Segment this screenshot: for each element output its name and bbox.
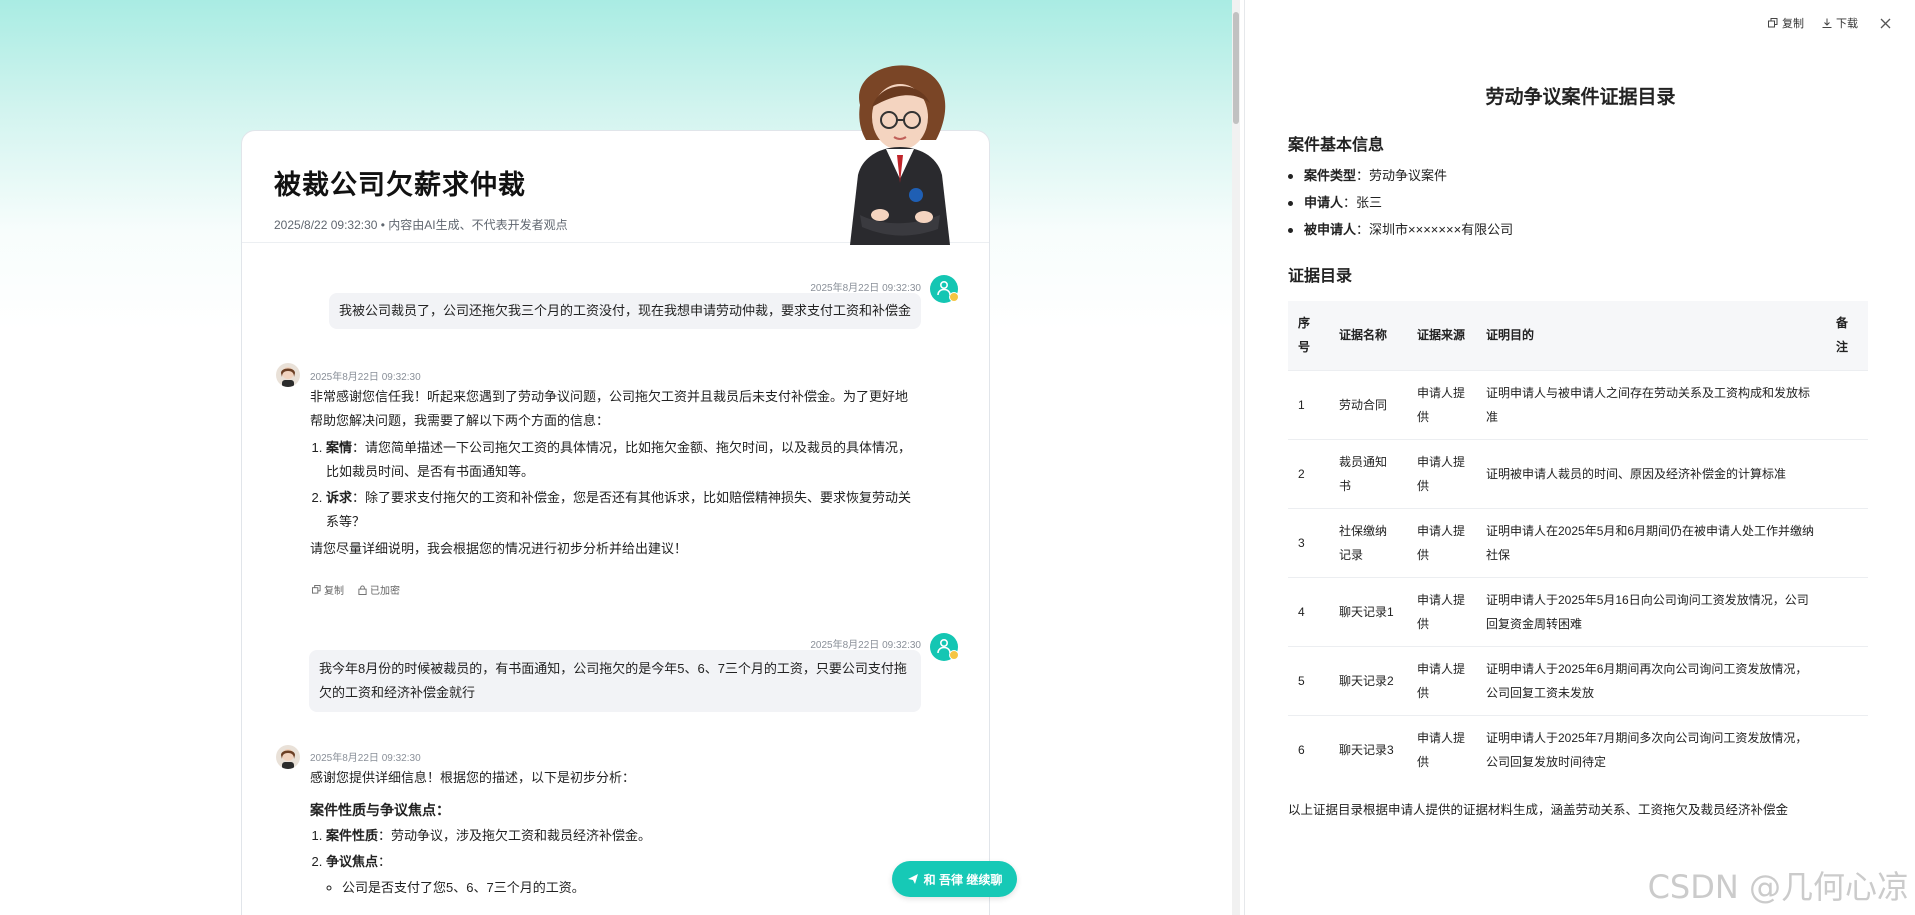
table-cell: 证明申请人在2025年5月和6月期间仍在被申请人处工作并缴纳社保 <box>1476 507 1826 577</box>
evidence-table: 序号 证据名称 证据来源 证明目的 备注 1 劳动合同 申请人提供 证明申请人与被申请… <box>1288 301 1868 784</box>
message-timestamp: 2025年8月22日 09:32:30 <box>310 753 421 764</box>
watermark: CSDN @几何心凉 <box>1647 868 1909 906</box>
document-footnote: 以上证据目录根据申请人提供的证据材料生成，涵盖劳动关系、工资拖欠及裁员经济补偿金 <box>1288 803 1789 817</box>
user-icon <box>937 638 951 654</box>
assistant-intro: 感谢您提供详细信息！根据您的描述，以下是初步分析： <box>310 770 636 785</box>
lawyer-avatar-illustration <box>820 45 970 245</box>
column-header: 备注 <box>1826 301 1868 370</box>
assistant-outro: 请您尽量详细说明，我会根据您的情况进行初步分析并给出建议！ <box>310 541 688 556</box>
sub-list-item: 公司是否支付了您5、6、7三个月的工资。 <box>342 876 920 900</box>
document-panel: 复制 下载 劳动争议案件证据目录 案件基本信息 案件类型：劳动争议案件 申请人：… <box>1244 0 1915 915</box>
table-cell: 4 <box>1288 576 1329 646</box>
copy-button[interactable]: 复制 <box>312 582 344 597</box>
assistant-avatar <box>276 363 300 387</box>
table-cell: 证明申请人于2025年7月期间多次向公司询问工资发放情况，公司回复发放时间待定 <box>1476 714 1826 784</box>
message-timestamp: 2025年8月22日 09:32:30 <box>810 283 921 294</box>
download-button[interactable]: 下载 <box>1822 15 1858 31</box>
chat-panel: 被裁公司欠薪求仲裁 2025/8/22 09:32:30 • 内容由AI生成、不… <box>0 0 1240 915</box>
close-icon <box>1880 18 1891 28</box>
table-cell: 申请人提供 <box>1407 645 1476 715</box>
user-avatar <box>930 633 959 661</box>
assistant-avatar <box>276 745 300 769</box>
table-header-row: 序号 证据名称 证据来源 证明目的 备注 <box>1288 301 1868 370</box>
table-cell: 申请人提供 <box>1407 438 1476 508</box>
table-cell: 申请人提供 <box>1407 714 1476 784</box>
table-cell: 证明申请人于2025年5月16日向公司询问工资发放情况，公司回复资金周转困难 <box>1476 576 1826 646</box>
list-item: 申请人：张三 <box>1288 193 1513 220</box>
table-cell <box>1826 369 1868 439</box>
table-cell: 5 <box>1288 645 1329 715</box>
case-info-list: 案件类型：劳动争议案件 申请人：张三 被申请人：深圳市×××××××有限公司 <box>1288 166 1513 247</box>
table-row: 1 劳动合同 申请人提供 证明申请人与被申请人之间存在劳动关系及工资构成和发放标准 <box>1288 369 1868 439</box>
copy-document-button[interactable]: 复制 <box>1768 15 1804 31</box>
table-cell: 证明被申请人裁员的时间、原因及经济补偿金的计算标准 <box>1476 438 1826 508</box>
table-row: 3 社保缴纳记录 申请人提供 证明申请人在2025年5月和6月期间仍在被申请人处工作并… <box>1288 507 1868 577</box>
table-cell: 劳动合同 <box>1329 369 1407 439</box>
table-cell: 申请人提供 <box>1407 369 1476 439</box>
table-cell: 证明申请人与被申请人之间存在劳动关系及工资构成和发放标准 <box>1476 369 1826 439</box>
copy-icon <box>312 585 321 594</box>
scrollbar-thumb[interactable] <box>1233 12 1239 124</box>
user-bubble: 我今年8月份的时候被裁员的，有书面通知，公司拖欠的是今年5、6、7三个月的工资，… <box>309 650 921 712</box>
chat-card: 被裁公司欠薪求仲裁 2025/8/22 09:32:30 • 内容由AI生成、不… <box>241 130 990 915</box>
list-item: 诉求：除了要求支付拖欠的工资和补偿金，您是否还有其他诉求，比如赔偿精神损失、要求… <box>326 486 920 534</box>
column-header: 证明目的 <box>1476 301 1826 370</box>
table-cell: 3 <box>1288 507 1329 577</box>
assistant-message: 感谢您提供详细信息！根据您的描述，以下是初步分析： 案件性质与争议焦点： 案件性… <box>310 766 920 902</box>
encrypted-badge: 已加密 <box>358 582 400 597</box>
table-cell <box>1826 576 1868 646</box>
table-cell: 申请人提供 <box>1407 576 1476 646</box>
section-heading: 案件性质与争议焦点： <box>310 802 450 818</box>
message-actions: 复制 已加密 <box>312 582 400 597</box>
document-title: 劳动争议案件证据目录 <box>1485 87 1676 108</box>
document-toolbar: 复制 下载 <box>1768 15 1891 31</box>
list-item: 案情：请您简单描述一下公司拖欠工资的具体情况，比如拖欠金额、拖欠时间，以及裁员的… <box>326 436 920 484</box>
table-cell: 6 <box>1288 714 1329 784</box>
table-row: 2 裁员通知书 申请人提供 证明被申请人裁员的时间、原因及经济补偿金的计算标准 <box>1288 438 1868 508</box>
table-row: 6 聊天记录3 申请人提供 证明申请人于2025年7月期间多次向公司询问工资发放情况，… <box>1288 714 1868 784</box>
user-bubble: 我被公司裁员了，公司还拖欠我三个月的工资没付，现在我想申请劳动仲裁，要求支付工资… <box>328 293 921 329</box>
table-cell: 社保缴纳记录 <box>1329 507 1407 577</box>
table-cell: 2 <box>1288 438 1329 508</box>
lock-icon <box>358 585 367 595</box>
table-cell: 1 <box>1288 369 1329 439</box>
table-cell: 聊天记录3 <box>1329 714 1407 784</box>
column-header: 证据名称 <box>1329 301 1407 370</box>
message-timestamp: 2025年8月22日 09:32:30 <box>810 640 921 651</box>
list-item: 被申请人：深圳市×××××××有限公司 <box>1288 220 1513 247</box>
table-cell <box>1826 507 1868 577</box>
send-icon <box>907 874 918 884</box>
column-header: 序号 <box>1288 301 1329 370</box>
table-row: 4 聊天记录1 申请人提供 证明申请人于2025年5月16日向公司询问工资发放情况，公… <box>1288 576 1868 646</box>
table-cell: 证明申请人于2025年6月期间再次向公司询问工资发放情况，公司回复工资未发放 <box>1476 645 1826 715</box>
section-heading-basic-info: 案件基本信息 <box>1288 137 1385 154</box>
table-row: 5 聊天记录2 申请人提供 证明申请人于2025年6月期间再次向公司询问工资发放情况，… <box>1288 645 1868 715</box>
column-header: 证据来源 <box>1407 301 1476 370</box>
list-item: 案件性质：劳动争议，涉及拖欠工资和裁员经济补偿金。 <box>326 824 920 848</box>
list-item: 案件类型：劳动争议案件 <box>1288 166 1513 193</box>
message-timestamp: 2025年8月22日 09:32:30 <box>310 372 421 383</box>
close-button[interactable] <box>1880 18 1891 29</box>
download-icon <box>1822 18 1832 28</box>
copy-icon <box>1768 18 1778 28</box>
continue-chat-button[interactable]: 和 吾律 继续聊 <box>892 861 1017 897</box>
user-avatar <box>930 275 959 303</box>
table-cell: 聊天记录2 <box>1329 645 1407 715</box>
user-icon <box>937 280 951 296</box>
section-heading-evidence: 证据目录 <box>1288 268 1353 285</box>
table-cell <box>1826 645 1868 715</box>
table-cell: 申请人提供 <box>1407 507 1476 577</box>
table-cell <box>1826 714 1868 784</box>
assistant-intro: 非常感谢您信任我！听起来您遇到了劳动争议问题，公司拖欠工资并且裁员后未支付补偿金… <box>310 389 909 428</box>
table-cell: 裁员通知书 <box>1329 438 1407 508</box>
table-cell <box>1826 438 1868 508</box>
list-item: 争议焦点： 公司是否支付了您5、6、7三个月的工资。 <box>326 850 920 900</box>
assistant-message: 非常感谢您信任我！听起来您遇到了劳动争议问题，公司拖欠工资并且裁员后未支付补偿金… <box>310 385 920 561</box>
scrollbar[interactable] <box>1232 0 1240 915</box>
table-cell: 聊天记录1 <box>1329 576 1407 646</box>
